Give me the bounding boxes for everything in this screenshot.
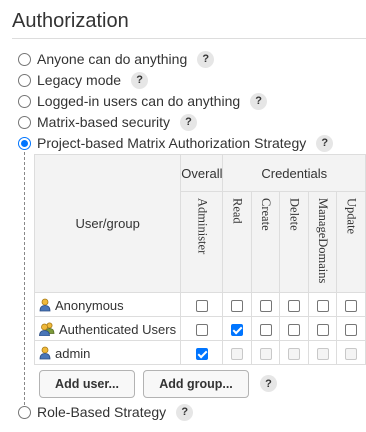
perm-label: ManageDomains	[316, 198, 331, 284]
user-name: Authenticated Users	[59, 321, 177, 337]
nested-options-guide	[24, 152, 25, 410]
permission-checkbox[interactable]	[316, 299, 329, 312]
add-group-button[interactable]: Add group...	[143, 370, 249, 398]
perm-header-create: Create	[250, 191, 281, 293]
group-icon	[39, 322, 55, 337]
permission-checkbox	[259, 347, 272, 360]
strategy-option-anyone[interactable]: Anyone can do anything ?	[18, 50, 215, 68]
strategy-option-project-matrix[interactable]: Project-based Matrix Authorization Strat…	[18, 134, 334, 152]
strategy-option-legacy[interactable]: Legacy mode ?	[18, 71, 149, 89]
help-icon[interactable]: ?	[197, 50, 215, 68]
table-row: Authenticated Users	[33, 316, 366, 341]
user-group-header: User/group	[33, 154, 182, 293]
perm-label: Create	[259, 198, 274, 231]
perm-label: Delete	[287, 198, 302, 231]
permission-checkbox[interactable]	[195, 299, 208, 312]
permission-checkbox[interactable]	[345, 299, 358, 312]
radio-role-based[interactable]	[18, 405, 31, 419]
perm-header-update: Update	[336, 191, 366, 293]
permission-matrix: User/group Overall Credentials Administe…	[33, 154, 366, 365]
user-cell: Authenticated Users	[33, 316, 182, 341]
user-cell: admin	[33, 340, 182, 365]
permission-checkbox	[231, 347, 244, 360]
perm-header-delete: Delete	[279, 191, 309, 293]
add-user-button[interactable]: Add user...	[39, 370, 135, 398]
table-row: admin	[33, 340, 366, 365]
strategy-label: Legacy mode	[37, 72, 122, 88]
permission-checkbox[interactable]	[288, 323, 301, 336]
help-icon[interactable]: ?	[180, 113, 198, 131]
permission-checkbox	[316, 347, 329, 360]
perm-header-managedomains: ManageDomains	[307, 191, 338, 293]
permission-checkbox[interactable]	[195, 347, 208, 360]
radio-matrix[interactable]	[18, 115, 31, 129]
table-row: Anonymous	[33, 292, 366, 317]
user-name: Anonymous	[55, 297, 124, 313]
permission-checkbox	[288, 347, 301, 360]
permission-checkbox[interactable]	[231, 299, 244, 312]
help-icon[interactable]: ?	[260, 375, 277, 392]
permission-checkbox[interactable]	[316, 323, 329, 336]
strategy-label: Role-Based Strategy	[37, 404, 167, 420]
help-icon[interactable]: ?	[131, 71, 149, 89]
perm-label: Update	[344, 198, 359, 235]
title-divider	[12, 38, 366, 39]
perm-label: Administer	[195, 198, 210, 255]
permission-checkbox[interactable]	[259, 299, 272, 312]
strategy-option-logged-in[interactable]: Logged-in users can do anything ?	[18, 92, 268, 110]
permission-checkbox[interactable]	[345, 323, 358, 336]
help-icon[interactable]: ?	[250, 92, 268, 110]
permission-checkbox	[345, 347, 358, 360]
section-title: Authorization	[12, 10, 129, 32]
user-name: admin	[55, 345, 91, 361]
person-icon	[39, 346, 51, 360]
radio-legacy[interactable]	[18, 73, 31, 87]
permission-checkbox[interactable]	[195, 323, 208, 336]
strategy-label: Logged-in users can do anything	[37, 93, 241, 109]
perm-header-administer: Administer	[180, 191, 224, 293]
group-overall: Overall	[180, 154, 224, 192]
permission-checkbox[interactable]	[259, 323, 272, 336]
help-icon[interactable]: ?	[176, 403, 194, 421]
radio-logged-in[interactable]	[18, 94, 31, 108]
strategy-option-role-based[interactable]: Role-Based Strategy ?	[18, 403, 194, 421]
help-icon[interactable]: ?	[316, 134, 334, 152]
person-icon	[39, 298, 51, 312]
radio-anyone[interactable]	[18, 52, 31, 66]
user-cell: Anonymous	[33, 292, 182, 317]
radio-project-matrix[interactable]	[18, 136, 31, 150]
group-credentials: Credentials	[222, 154, 366, 192]
strategy-label: Anyone can do anything	[37, 51, 188, 67]
perm-label: Read	[230, 198, 245, 224]
strategy-label: Project-based Matrix Authorization Strat…	[37, 135, 307, 151]
perm-header-read: Read	[222, 191, 252, 293]
strategy-label: Matrix-based security	[37, 114, 171, 130]
permission-checkbox[interactable]	[288, 299, 301, 312]
strategy-option-matrix[interactable]: Matrix-based security ?	[18, 113, 198, 131]
permission-checkbox[interactable]	[231, 323, 244, 336]
